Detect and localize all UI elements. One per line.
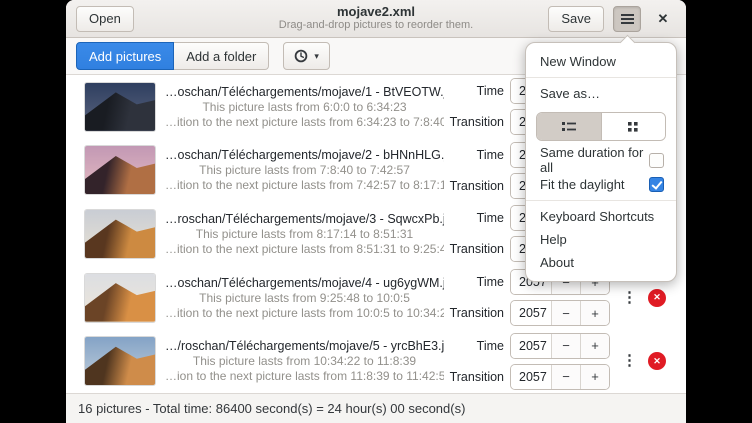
dune-graphic <box>85 274 155 322</box>
transition-decrease-button[interactable]: − <box>551 301 580 325</box>
picture-thumbnail <box>85 210 155 258</box>
transition-label: Transition <box>444 179 504 193</box>
transition-label: Transition <box>444 370 504 384</box>
row-options-kebab-button[interactable]: ⋮ <box>622 291 636 305</box>
fit-daylight-checkbox[interactable] <box>649 177 664 192</box>
menu-item-keyboard-shortcuts[interactable]: Keyboard Shortcuts <box>526 205 676 228</box>
grid-view-toggle-button[interactable] <box>601 113 666 140</box>
row-controls: Time 2057 − + Transition 2057 − + <box>444 333 610 390</box>
menu-separator <box>526 200 676 201</box>
status-text: 16 pictures - Total time: 86400 second(s… <box>78 401 465 416</box>
transition-value[interactable]: 2057 <box>511 301 551 325</box>
picture-transition-text: …ition to the next picture lasts from 7:… <box>165 178 444 193</box>
transition-label: Transition <box>444 242 504 256</box>
picture-info: …/roschan/Téléchargements/mojave/5 - yrc… <box>165 338 444 384</box>
hamburger-icon <box>621 18 634 20</box>
dune-graphic <box>85 83 155 131</box>
menu-item-save-as[interactable]: Save as… <box>526 82 676 105</box>
delete-picture-button[interactable]: ✕ <box>648 289 666 307</box>
menu-item-fit-daylight[interactable]: Fit the daylight <box>526 172 676 196</box>
time-decrease-button[interactable]: − <box>551 334 580 358</box>
app-window: Open mojave2.xml Drag-and-drop pictures … <box>66 0 686 423</box>
status-bar: 16 pictures - Total time: 86400 second(s… <box>66 393 686 423</box>
dune-graphic <box>85 146 155 194</box>
transition-spinbutton: 2057 − + <box>510 300 610 326</box>
caret-down-icon: ▾ <box>314 51 319 62</box>
time-label: Time <box>444 339 504 353</box>
picture-transition-text: …ition to the next picture lasts from 10… <box>165 306 444 321</box>
picture-duration-text: This picture lasts from 10:34:22 to 11:8… <box>165 354 444 369</box>
save-button[interactable]: Save <box>548 6 604 32</box>
picture-info: …roschan/Téléchargements/mojave/3 - Sqwc… <box>165 211 444 257</box>
time-options-dropdown-button[interactable]: ▾ <box>283 42 330 70</box>
view-mode-toggle-group <box>536 112 666 141</box>
picture-thumbnail <box>85 274 155 322</box>
picture-info: …oschan/Téléchargements/mojave/1 - BtVEO… <box>165 84 444 130</box>
picture-filename: …/roschan/Téléchargements/mojave/5 - yrc… <box>165 338 444 354</box>
transition-increase-button[interactable]: + <box>580 365 609 389</box>
delete-x-icon: ✕ <box>653 357 661 366</box>
transition-value[interactable]: 2057 <box>511 365 551 389</box>
time-label: Time <box>444 84 504 98</box>
headerbar: Open mojave2.xml Drag-and-drop pictures … <box>66 0 686 38</box>
delete-x-icon: ✕ <box>653 293 661 302</box>
transition-spinbutton: 2057 − + <box>510 364 610 390</box>
clock-icon <box>294 49 308 63</box>
add-buttons-group: Add pictures Add a folder <box>76 42 269 70</box>
time-value[interactable]: 2057 <box>511 334 551 358</box>
picture-info: …oschan/Téléchargements/mojave/2 - bHNnH… <box>165 147 444 193</box>
time-label: Time <box>444 211 504 225</box>
picture-transition-text: …ition to the next picture lasts from 6:… <box>165 115 444 130</box>
picture-info: …oschan/Téléchargements/mojave/4 - ug6yg… <box>165 275 444 321</box>
time-spinbutton: 2057 − + <box>510 333 610 359</box>
picture-filename: …oschan/Téléchargements/mojave/2 - bHNnH… <box>165 147 444 163</box>
time-label: Time <box>444 275 504 289</box>
picture-filename: …oschan/Téléchargements/mojave/4 - ug6yg… <box>165 275 444 291</box>
transition-increase-button[interactable]: + <box>580 301 609 325</box>
list-view-toggle-button[interactable] <box>537 113 601 140</box>
same-duration-checkbox[interactable] <box>649 153 664 168</box>
transition-label: Transition <box>444 115 504 129</box>
picture-transition-text: …ion to the next picture lasts from 11:8… <box>165 369 444 384</box>
delete-picture-button[interactable]: ✕ <box>648 352 666 370</box>
open-button[interactable]: Open <box>76 6 134 32</box>
row-options-kebab-button[interactable]: ⋮ <box>622 354 636 368</box>
picture-transition-text: …ition to the next picture lasts from 8:… <box>165 242 444 257</box>
transition-decrease-button[interactable]: − <box>551 365 580 389</box>
picture-duration-text: This picture lasts from 8:17:14 to 8:51:… <box>165 227 444 242</box>
same-duration-label: Same duration for all <box>540 145 649 175</box>
menu-item-help[interactable]: Help <box>526 228 676 251</box>
menu-item-new-window[interactable]: New Window <box>526 50 676 73</box>
headerbar-right-controls: Save ✕ <box>548 6 676 32</box>
picture-duration-text: This picture lasts from 7:8:40 to 7:42:5… <box>165 163 444 178</box>
menu-separator <box>526 77 676 78</box>
picture-duration-text: This picture lasts from 9:25:48 to 10:0:… <box>165 291 444 306</box>
add-folder-button[interactable]: Add a folder <box>174 42 269 70</box>
list-view-icon <box>561 121 577 133</box>
dune-graphic <box>85 210 155 258</box>
dune-graphic <box>85 337 155 385</box>
time-label: Time <box>444 148 504 162</box>
time-increase-button[interactable]: + <box>580 334 609 358</box>
transition-label: Transition <box>444 306 504 320</box>
grid-view-icon <box>627 121 639 133</box>
hamburger-menu-button[interactable] <box>613 6 641 32</box>
picture-row[interactable]: …/roschan/Téléchargements/mojave/5 - yrc… <box>66 329 686 393</box>
fit-daylight-label: Fit the daylight <box>540 177 625 192</box>
add-pictures-button[interactable]: Add pictures <box>76 42 174 70</box>
desktop-background: Open mojave2.xml Drag-and-drop pictures … <box>0 0 752 423</box>
picture-filename: …roschan/Téléchargements/mojave/3 - Sqwc… <box>165 211 444 227</box>
picture-filename: …oschan/Téléchargements/mojave/1 - BtVEO… <box>165 84 444 100</box>
close-button[interactable]: ✕ <box>650 6 676 32</box>
picture-thumbnail <box>85 83 155 131</box>
picture-duration-text: This picture lasts from 6:0:0 to 6:34:23 <box>165 100 444 115</box>
primary-menu-popover: New Window Save as… <box>525 42 677 282</box>
picture-thumbnail <box>85 146 155 194</box>
menu-item-same-duration[interactable]: Same duration for all <box>526 148 676 172</box>
picture-thumbnail <box>85 337 155 385</box>
menu-item-about[interactable]: About <box>526 251 676 274</box>
